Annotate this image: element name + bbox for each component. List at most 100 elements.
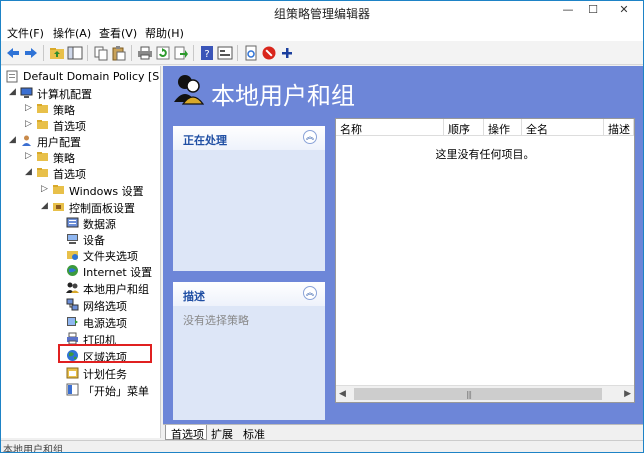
horizontal-scrollbar[interactable]: ◀ ||| ▶ <box>336 385 634 402</box>
close-icon: ✕ <box>619 3 629 16</box>
tree-node-label: 网络选项 <box>83 300 127 313</box>
tree-node-label: 文件夹选项 <box>83 250 138 263</box>
tree-node-cc-preferences[interactable]: ▷ 首选项 <box>25 117 159 133</box>
tree-node-control-panel-settings[interactable]: ◢ 控制面板设置 <box>41 199 159 215</box>
start-menu-icon <box>66 383 79 396</box>
user-icon <box>20 134 33 147</box>
menu-file[interactable]: 文件(F) <box>7 25 44 41</box>
tree-node-label: Internet 设置 <box>83 266 153 279</box>
collapse-arrow-icon[interactable]: ◢ <box>25 167 35 177</box>
selection-highlight <box>58 344 152 363</box>
column-header-description[interactable]: 描述 <box>604 119 634 136</box>
globe-icon <box>66 264 79 277</box>
scrollbar-thumb[interactable]: ||| <box>354 388 602 400</box>
minimize-button[interactable]: — <box>557 1 579 19</box>
items-list[interactable]: 名称 顺序 操作 全名 描述 这里没有任何项目。 ◀ ||| ▶ <box>335 118 635 403</box>
back-icon[interactable] <box>5 45 21 61</box>
tree-node-uc-preferences[interactable]: ◢ 首选项 <box>25 165 159 181</box>
tree-node-label: 策略 <box>53 152 75 165</box>
folder-options-icon <box>66 248 79 261</box>
scroll-right-icon[interactable]: ▶ <box>624 389 631 399</box>
menu-bar: 文件(F) 操作(A) 查看(V) 帮助(H) <box>1 23 643 41</box>
tree-node-label: 策略 <box>53 104 75 117</box>
description-panel: 描述 ︽ 没有选择策略 <box>173 282 325 420</box>
menu-help[interactable]: 帮助(H) <box>145 25 184 41</box>
paste-icon[interactable] <box>111 45 127 61</box>
description-panel-title: 描述 <box>183 290 205 303</box>
menu-action[interactable]: 操作(A) <box>53 25 91 41</box>
tab-standard[interactable]: 标准 <box>241 425 273 441</box>
collapse-arrow-icon[interactable]: ◢ <box>9 135 19 145</box>
column-header-order[interactable]: 顺序 <box>444 119 484 136</box>
status-bar: 本地用户和组 <box>1 440 643 452</box>
collapse-icon[interactable]: ︽ <box>303 286 317 300</box>
tree-node-label: 数据源 <box>83 218 116 231</box>
tree-node-power-options[interactable]: 电源选项 <box>55 314 155 330</box>
toolbar-separator <box>193 45 194 61</box>
minimize-icon: — <box>562 3 574 16</box>
stop-icon[interactable] <box>261 45 277 61</box>
processing-panel-header: 正在处理 ︽ <box>173 126 325 150</box>
scheduled-task-icon <box>66 366 79 379</box>
toolbar-separator <box>87 45 88 61</box>
tree-node-label: 计划任务 <box>83 368 127 381</box>
tree-node-root[interactable]: Default Domain Policy [SERV <box>3 69 160 85</box>
refresh-icon[interactable] <box>155 45 171 61</box>
control-panel-icon <box>52 200 65 213</box>
tree-node-label: 首选项 <box>53 168 86 181</box>
close-button[interactable]: ✕ <box>607 1 641 19</box>
export-icon[interactable] <box>173 45 189 61</box>
add-icon[interactable] <box>279 45 295 61</box>
tree-node-computer-config[interactable]: ◢ 计算机配置 <box>9 85 159 101</box>
collapse-arrow-icon[interactable]: ◢ <box>41 201 51 211</box>
tree-node-label: 本地用户和组 <box>83 283 149 296</box>
tree-node-label: 电源选项 <box>83 317 127 330</box>
expand-arrow-icon[interactable]: ▷ <box>25 119 35 129</box>
folder-up-icon[interactable] <box>49 45 65 61</box>
tree-node-label: Default Domain Policy [SERV <box>23 70 160 83</box>
tree-node-label: 计算机配置 <box>37 88 92 101</box>
tree-node-scheduled-tasks[interactable]: 计划任务 <box>55 365 155 381</box>
tree-node-label: Windows 设置 <box>69 185 144 198</box>
tree-node-uc-policies[interactable]: ▷ 策略 <box>25 149 159 165</box>
forward-icon[interactable] <box>23 45 39 61</box>
svg-text:?: ? <box>204 49 209 60</box>
column-header-fullname[interactable]: 全名 <box>522 119 604 136</box>
help-icon[interactable]: ? <box>199 45 215 61</box>
new-item-icon[interactable] <box>243 45 259 61</box>
column-header-name[interactable]: 名称 <box>336 119 444 136</box>
tree-node-local-users-groups[interactable]: 本地用户和组 <box>55 280 155 296</box>
tree-node-folder-options[interactable]: 文件夹选项 <box>55 247 155 263</box>
show-tree-icon[interactable] <box>67 45 83 61</box>
collapse-icon[interactable]: ︽ <box>303 130 317 144</box>
tree-node-cc-policies[interactable]: ▷ 策略 <box>25 101 159 117</box>
tree-node-data-sources[interactable]: 数据源 <box>55 215 155 231</box>
scroll-left-icon[interactable]: ◀ <box>339 389 346 399</box>
column-header-action[interactable]: 操作 <box>484 119 522 136</box>
tree-node-label: 设备 <box>83 234 105 247</box>
processing-panel-title: 正在处理 <box>183 134 227 147</box>
tree-node-label: 「开始」菜单 <box>83 385 149 398</box>
tree-node-start-menu[interactable]: 「开始」菜单 <box>55 382 155 398</box>
collapse-arrow-icon[interactable]: ◢ <box>9 87 19 97</box>
tree-node-network-options[interactable]: 网络选项 <box>55 297 155 313</box>
tree-node-windows-settings[interactable]: ▷ Windows 设置 <box>41 182 159 198</box>
processing-panel: 正在处理 ︽ <box>173 126 325 271</box>
expand-arrow-icon[interactable]: ▷ <box>41 184 51 194</box>
menu-view[interactable]: 查看(V) <box>99 25 137 41</box>
properties-icon[interactable] <box>217 45 233 61</box>
copy-icon[interactable] <box>93 45 109 61</box>
console-tree: Default Domain Policy [SERV ◢ 计算机配置 ▷ 策略… <box>1 66 161 438</box>
maximize-button[interactable]: ☐ <box>581 1 605 19</box>
tree-node-user-config[interactable]: ◢ 用户配置 <box>9 133 159 149</box>
network-icon <box>66 298 79 311</box>
expand-arrow-icon[interactable]: ▷ <box>25 103 35 113</box>
description-text: 没有选择策略 <box>183 314 249 327</box>
tree-node-internet-settings[interactable]: Internet 设置 <box>55 263 155 279</box>
expand-arrow-icon[interactable]: ▷ <box>25 151 35 161</box>
tree-node-devices[interactable]: 设备 <box>55 231 155 247</box>
toolbar-separator <box>237 45 238 61</box>
tab-preferences[interactable]: 首选项 <box>165 425 207 441</box>
tab-extended[interactable]: 扩展 <box>209 425 241 441</box>
print-icon[interactable] <box>137 45 153 61</box>
